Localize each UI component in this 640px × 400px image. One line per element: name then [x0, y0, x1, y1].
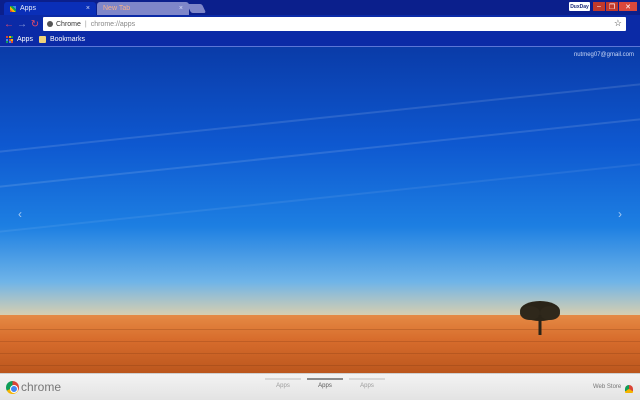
bookmark-label: Bookmarks	[49, 36, 85, 43]
page-tab-1[interactable]: Apps	[265, 378, 301, 389]
field-furrow	[0, 341, 640, 342]
apps-grid-icon	[6, 36, 13, 43]
back-arrow-icon[interactable]: ←	[3, 17, 15, 31]
web-store-link[interactable]: Web Store	[593, 384, 621, 390]
minimize-icon[interactable]: –	[593, 2, 605, 11]
folder-icon	[38, 36, 46, 43]
page-tab-label: Apps	[318, 383, 332, 389]
tab-label: New Tab	[103, 5, 131, 12]
chrome-wordmark: chrome	[21, 380, 62, 394]
bookmark-apps[interactable]: Apps	[6, 36, 33, 43]
profile-button[interactable]: DuxDay	[569, 2, 590, 11]
reload-icon[interactable]: ↻	[29, 17, 41, 31]
page-tab-2[interactable]: Apps	[307, 378, 343, 389]
site-label: Chrome	[56, 20, 81, 28]
chevron-right-icon[interactable]: ›	[618, 207, 622, 221]
account-email[interactable]: nutmeg07@gmail.com	[574, 52, 634, 58]
page-indicator-bar	[265, 378, 301, 380]
maximize-icon[interactable]: ❐	[606, 2, 618, 11]
close-icon[interactable]: ✕	[619, 2, 637, 11]
cloud-streak	[0, 159, 640, 237]
field-furrow	[0, 365, 640, 366]
bookmark-folder[interactable]: Bookmarks	[38, 36, 85, 43]
tab-label: Apps	[20, 5, 36, 12]
toolbar: ← → ↻ Chrome | chrome://apps ☆	[0, 15, 640, 33]
page-indicator-bar	[349, 378, 385, 380]
close-tab-icon[interactable]: ×	[86, 5, 90, 12]
title-bar: Apps × New Tab × DuxDay – ❐ ✕	[0, 0, 640, 15]
apps-tab-icon	[10, 5, 16, 12]
forward-arrow-icon[interactable]: →	[16, 17, 28, 31]
bookmark-label: Apps	[17, 36, 33, 43]
page-tab-3[interactable]: Apps	[349, 378, 385, 389]
new-tab-button[interactable]	[186, 4, 207, 13]
tab-apps[interactable]: Apps ×	[4, 2, 96, 15]
chevron-left-icon[interactable]: ‹	[18, 207, 22, 221]
bookmarks-bar: Apps Bookmarks	[0, 33, 640, 47]
separator: |	[84, 20, 87, 28]
tree-image	[520, 301, 560, 335]
page-tab-label: Apps	[360, 383, 374, 389]
page-tab-label: Apps	[276, 383, 290, 389]
page-indicator-bar	[307, 378, 343, 380]
cloud-streak	[0, 114, 640, 192]
apps-page: nutmeg07@gmail.com ‹ ›	[0, 47, 640, 373]
address-bar[interactable]: Chrome | chrome://apps ☆	[43, 17, 626, 31]
cloud-streak	[0, 79, 640, 157]
close-tab-icon[interactable]: ×	[179, 5, 183, 12]
chrome-page-icon	[47, 21, 53, 27]
url-text: chrome://apps	[90, 20, 136, 28]
web-store-icon[interactable]	[625, 385, 633, 393]
tab-new-tab[interactable]: New Tab ×	[97, 2, 189, 15]
star-icon[interactable]: ☆	[614, 18, 622, 29]
field-furrow	[0, 353, 640, 354]
chrome-logo-icon	[6, 381, 19, 394]
bottom-bar: chrome Apps Apps Apps Web Store	[0, 373, 640, 400]
